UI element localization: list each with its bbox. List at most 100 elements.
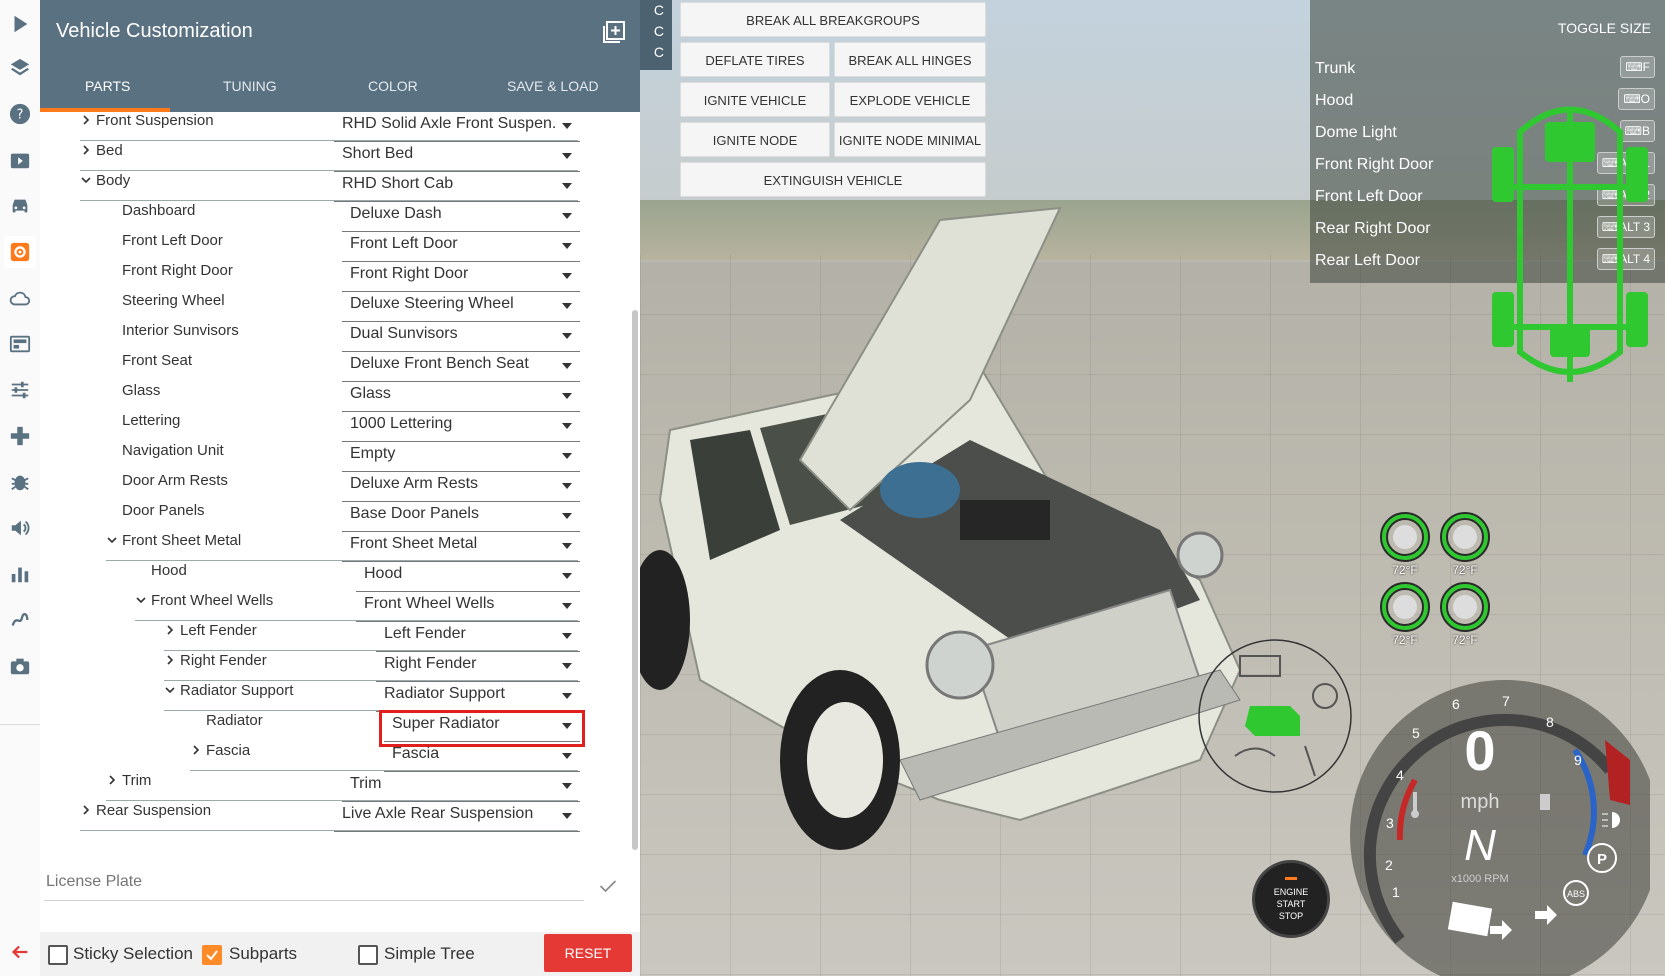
sticky-selection-checkbox[interactable] bbox=[48, 945, 68, 965]
part-select[interactable]: Front Left Door bbox=[342, 235, 580, 262]
reset-button[interactable]: RESET bbox=[544, 934, 632, 972]
part-select[interactable]: Front Wheel Wells bbox=[356, 595, 580, 622]
tree-row-front-right-door[interactable]: Front Right Door Front Right Door bbox=[40, 262, 640, 292]
tree-row-front-wheel-wells[interactable]: Front Wheel Wells Front Wheel Wells bbox=[40, 592, 640, 622]
tree-row-radiator[interactable]: Radiator Super Radiator bbox=[40, 710, 640, 747]
extinguish-vehicle-button[interactable]: EXTINGUISH VEHICLE bbox=[680, 162, 986, 197]
dashboard-icon[interactable] bbox=[4, 328, 36, 360]
video-icon[interactable] bbox=[4, 144, 36, 176]
part-select[interactable]: Deluxe Front Bench Seat bbox=[342, 355, 580, 382]
chevron-down-icon[interactable] bbox=[164, 684, 176, 696]
simple-tree-checkbox[interactable] bbox=[358, 945, 378, 965]
tree-row-rear-suspension[interactable]: Rear Suspension Live Axle Rear Suspension bbox=[40, 802, 640, 832]
back-arrow-icon[interactable] bbox=[4, 936, 36, 968]
tree-row-steering-wheel[interactable]: Steering Wheel Deluxe Steering Wheel bbox=[40, 292, 640, 322]
ignite-vehicle-button[interactable]: IGNITE VEHICLE bbox=[680, 82, 830, 117]
tree-row-right-fender[interactable]: Right Fender Right Fender bbox=[40, 652, 640, 682]
part-select[interactable]: Dual Sunvisors bbox=[342, 325, 580, 352]
tree-row-front-suspension[interactable]: Front Suspension RHD Solid Axle Front Sus… bbox=[40, 112, 640, 142]
tree-row-door-arm-rests[interactable]: Door Arm Rests Deluxe Arm Rests bbox=[40, 472, 640, 502]
chevron-right-icon[interactable] bbox=[164, 624, 176, 636]
bar-chart-icon[interactable] bbox=[4, 558, 36, 590]
part-select[interactable]: Front Right Door bbox=[342, 265, 580, 292]
part-select[interactable]: RHD Solid Axle Front Suspen... bbox=[334, 115, 580, 142]
toggle-row-trunk[interactable]: Trunk ⌨F bbox=[1310, 56, 1665, 86]
ccc-tab[interactable]: C C C bbox=[640, 0, 672, 70]
tab-parts[interactable]: PARTS bbox=[85, 78, 130, 94]
part-select[interactable]: 1000 Lettering bbox=[342, 415, 580, 442]
tree-row-interior-sunvisors[interactable]: Interior Sunvisors Dual Sunvisors bbox=[40, 322, 640, 352]
tree-row-front-left-door[interactable]: Front Left Door Front Left Door bbox=[40, 232, 640, 262]
part-select[interactable]: Glass bbox=[342, 385, 580, 412]
tree-row-left-fender[interactable]: Left Fender Left Fender bbox=[40, 622, 640, 652]
part-select[interactable]: Empty bbox=[342, 445, 580, 472]
chevron-right-icon[interactable] bbox=[80, 804, 92, 816]
engine-start-stop-button[interactable]: ENGINE START STOP bbox=[1252, 860, 1330, 938]
part-select[interactable]: Hood bbox=[356, 565, 580, 592]
part-select[interactable]: Front Sheet Metal bbox=[342, 535, 580, 562]
break-all-breakgroups-button[interactable]: BREAK ALL BREAKGROUPS bbox=[680, 2, 986, 37]
tree-row-navigation-unit[interactable]: Navigation Unit Empty bbox=[40, 442, 640, 472]
camera-icon[interactable] bbox=[4, 650, 36, 682]
tree-row-lettering[interactable]: Lettering 1000 Lettering bbox=[40, 412, 640, 442]
volume-icon[interactable] bbox=[4, 512, 36, 544]
tree-row-hood[interactable]: Hood Hood bbox=[40, 562, 640, 592]
part-slot-label: Front Right Door bbox=[122, 262, 233, 279]
tree-row-fascia[interactable]: Fascia Fascia bbox=[40, 742, 640, 772]
part-select[interactable]: Super Radiator bbox=[379, 710, 585, 747]
part-select[interactable]: Left Fender bbox=[376, 625, 580, 652]
gamepad-icon[interactable] bbox=[4, 420, 36, 452]
play-icon[interactable] bbox=[4, 8, 36, 40]
deflate-tires-button[interactable]: DEFLATE TIRES bbox=[680, 42, 830, 77]
tree-row-radiator-support[interactable]: Radiator Support Radiator Support bbox=[40, 682, 640, 712]
explode-vehicle-button[interactable]: EXPLODE VEHICLE bbox=[834, 82, 986, 117]
path-icon[interactable] bbox=[4, 604, 36, 636]
chevron-down-icon[interactable] bbox=[135, 594, 147, 606]
cloud-icon[interactable] bbox=[4, 282, 36, 314]
part-select[interactable]: Short Bed bbox=[334, 145, 580, 172]
car-icon[interactable] bbox=[4, 190, 36, 222]
layers-icon[interactable] bbox=[4, 52, 36, 84]
part-select[interactable]: Deluxe Arm Rests bbox=[342, 475, 580, 502]
ignite-node-button[interactable]: IGNITE NODE bbox=[680, 122, 830, 157]
part-select[interactable]: Deluxe Steering Wheel bbox=[342, 295, 580, 322]
check-icon[interactable] bbox=[598, 876, 618, 896]
part-select[interactable]: Deluxe Dash bbox=[342, 205, 580, 232]
part-select[interactable]: Fascia bbox=[384, 745, 580, 772]
chevron-right-icon[interactable] bbox=[80, 144, 92, 156]
tree-row-bed[interactable]: Bed Short Bed bbox=[40, 142, 640, 172]
part-select[interactable]: Base Door Panels bbox=[342, 505, 580, 532]
tree-row-front-seat[interactable]: Front Seat Deluxe Front Bench Seat bbox=[40, 352, 640, 382]
chevron-right-icon[interactable] bbox=[106, 774, 118, 786]
tab-tuning[interactable]: TUNING bbox=[223, 78, 277, 94]
ignite-node-minimal-button[interactable]: IGNITE NODE MINIMAL bbox=[834, 122, 986, 157]
tree-row-body[interactable]: Body RHD Short Cab bbox=[40, 172, 640, 202]
help-icon[interactable]: ? bbox=[4, 98, 36, 130]
part-select[interactable]: Trim bbox=[342, 775, 580, 802]
license-plate-input[interactable] bbox=[44, 872, 568, 892]
tree-row-front-sheet-metal[interactable]: Front Sheet Metal Front Sheet Metal bbox=[40, 532, 640, 562]
chevron-down-icon[interactable] bbox=[80, 174, 92, 186]
tree-row-trim[interactable]: Trim Trim bbox=[40, 772, 640, 802]
chevron-right-icon[interactable] bbox=[164, 654, 176, 666]
subparts-checkbox[interactable] bbox=[202, 945, 222, 965]
part-select[interactable]: Right Fender bbox=[376, 655, 580, 682]
tree-row-glass[interactable]: Glass Glass bbox=[40, 382, 640, 412]
break-all-hinges-button[interactable]: BREAK ALL HINGES bbox=[834, 42, 986, 77]
bug-icon[interactable] bbox=[4, 466, 36, 498]
chevron-down-icon[interactable] bbox=[106, 534, 118, 546]
part-select[interactable]: Radiator Support bbox=[376, 685, 580, 712]
chevron-right-icon[interactable] bbox=[190, 744, 202, 756]
part-select[interactable]: RHD Short Cab bbox=[334, 175, 580, 202]
toggle-size-button[interactable]: TOGGLE SIZE bbox=[1558, 20, 1651, 36]
sliders-icon[interactable] bbox=[4, 374, 36, 406]
tab-save-load[interactable]: SAVE & LOAD bbox=[507, 78, 599, 94]
add-config-icon[interactable] bbox=[602, 20, 626, 44]
tree-row-dashboard[interactable]: Dashboard Deluxe Dash bbox=[40, 202, 640, 232]
tab-color[interactable]: COLOR bbox=[368, 78, 418, 94]
tree-row-door-panels[interactable]: Door Panels Base Door Panels bbox=[40, 502, 640, 532]
chevron-right-icon[interactable] bbox=[80, 114, 92, 126]
tree-scrollbar[interactable] bbox=[632, 310, 638, 850]
part-select[interactable]: Live Axle Rear Suspension bbox=[334, 805, 580, 832]
gear-icon[interactable] bbox=[4, 236, 36, 268]
